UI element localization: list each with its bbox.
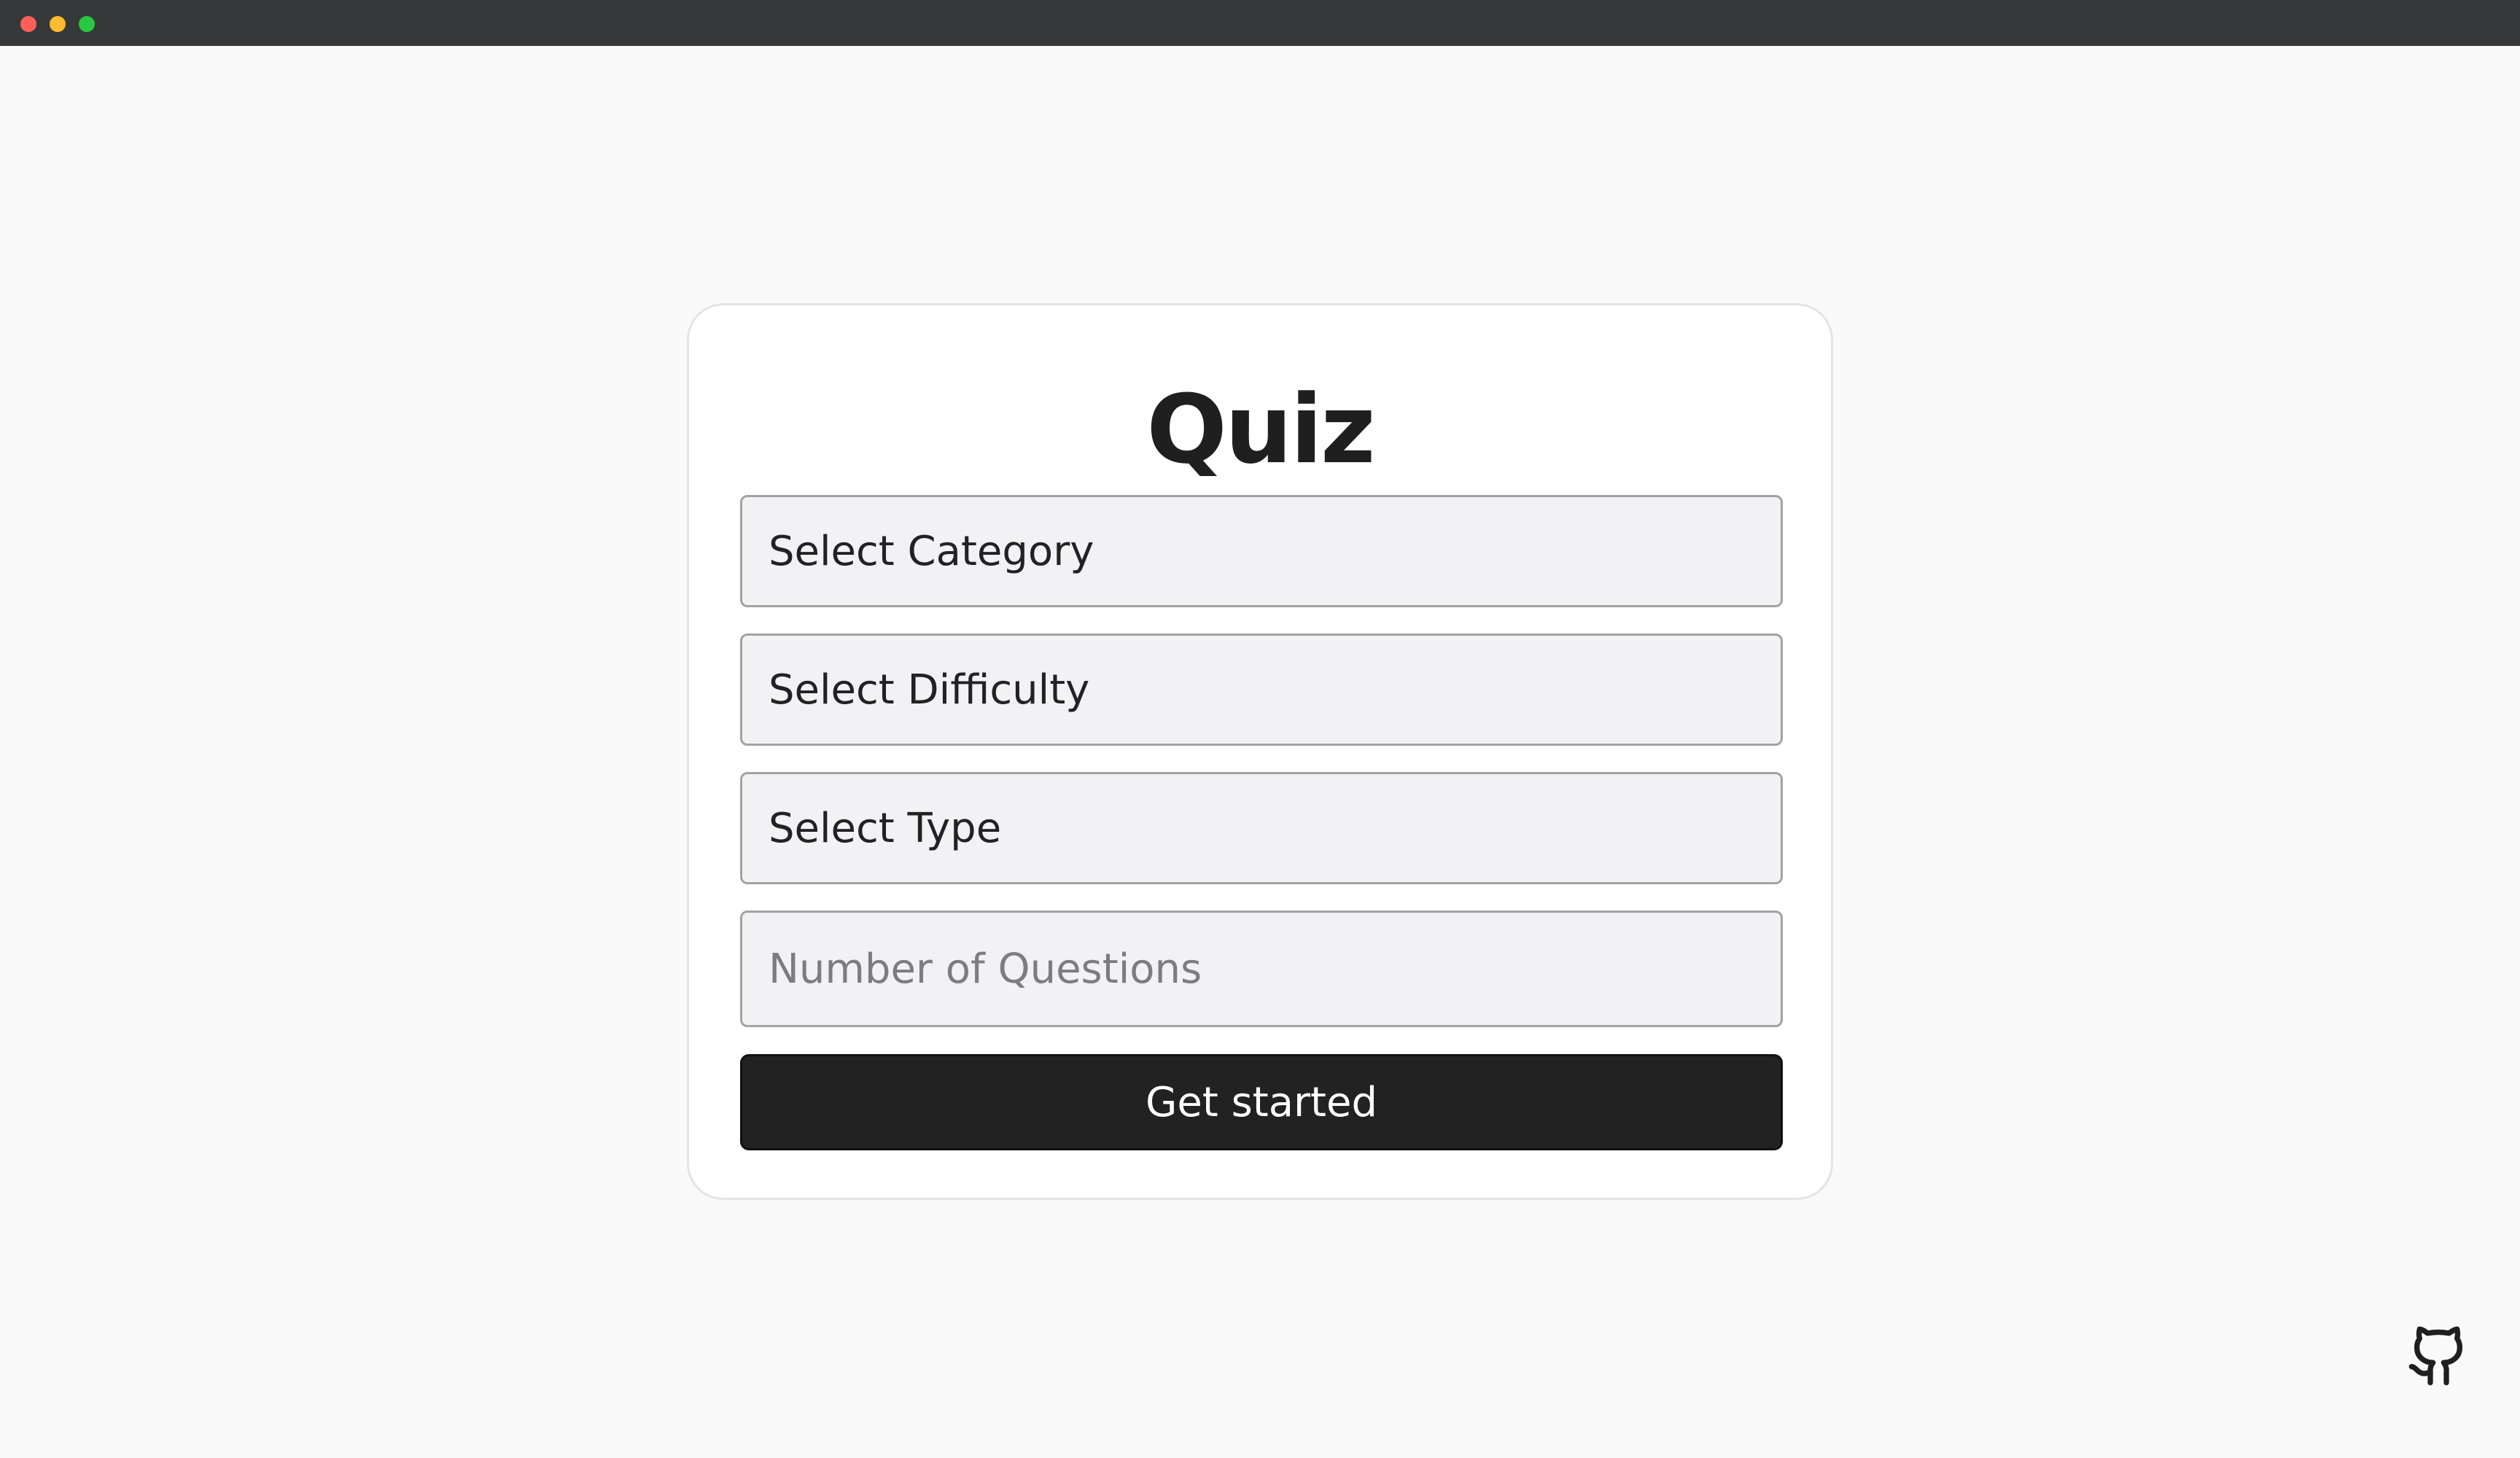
category-select[interactable]: Select Category — [740, 495, 1783, 607]
get-started-button[interactable]: Get started — [740, 1054, 1783, 1150]
number-of-questions-input[interactable] — [740, 911, 1783, 1027]
window-titlebar — [0, 0, 2520, 46]
difficulty-select-value: Select Difficulty — [769, 666, 1090, 714]
get-started-label: Get started — [1145, 1078, 1378, 1126]
page-title: Quiz — [1146, 374, 1375, 485]
close-window-button[interactable] — [20, 16, 36, 32]
type-select-value: Select Type — [769, 804, 1002, 852]
difficulty-select[interactable]: Select Difficulty — [740, 634, 1783, 746]
github-icon[interactable] — [2406, 1324, 2470, 1388]
type-select[interactable]: Select Type — [740, 772, 1783, 884]
quiz-card: Quiz Select Category Select Difficulty S… — [687, 303, 1833, 1200]
maximize-window-button[interactable] — [79, 16, 95, 32]
minimize-window-button[interactable] — [50, 16, 66, 32]
category-select-value: Select Category — [769, 527, 1094, 575]
